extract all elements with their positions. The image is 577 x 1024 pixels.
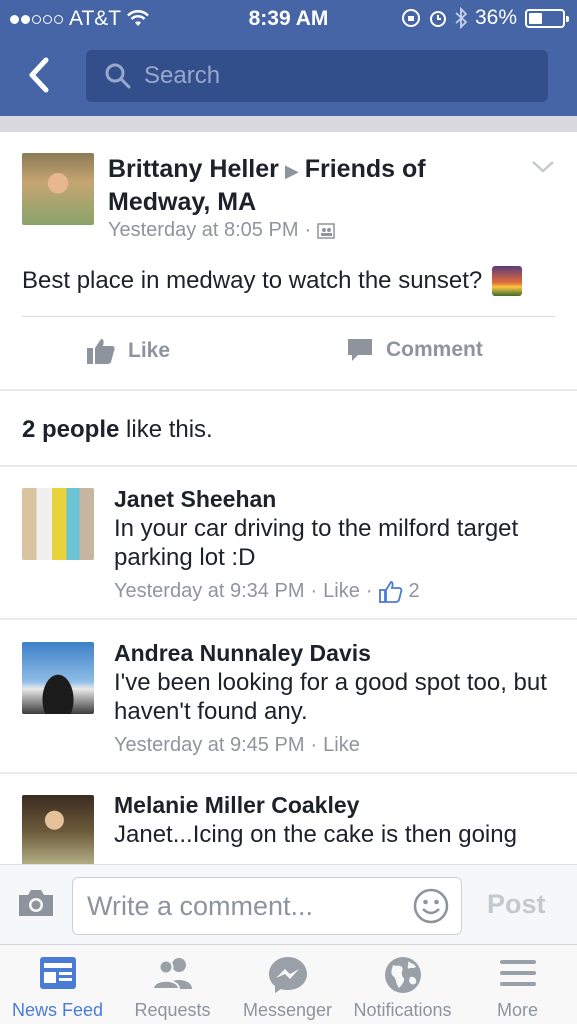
comment-meta: Yesterday at 9:45 PM · Like <box>114 734 360 757</box>
comment-like-link[interactable]: Like <box>323 580 360 603</box>
friend-requests-icon <box>151 958 192 990</box>
bottom-tab-bar: News Feed Requests Messenger Notificatio… <box>0 944 577 1024</box>
meta-separator: · <box>310 580 318 602</box>
commenter-name[interactable]: Andrea Nunnaley Davis <box>114 640 371 667</box>
tab-label: Messenger <box>242 1000 333 1020</box>
commenter-avatar[interactable] <box>22 642 94 714</box>
likes-summary[interactable]: 2 people like this. <box>22 416 213 444</box>
post-comment-button[interactable]: Post <box>487 889 546 920</box>
search-bar[interactable] <box>86 50 548 102</box>
post-body: Best place in medway to watch the sunset… <box>22 266 562 296</box>
divider <box>0 465 577 467</box>
post-header: Brittany Heller ▶ Friends of Medway, MA <box>108 154 508 218</box>
battery-icon <box>525 8 569 28</box>
tab-news-feed[interactable]: News Feed <box>0 945 115 1024</box>
comment-composer: Post <box>0 864 577 944</box>
divider <box>0 389 577 391</box>
search-icon <box>105 63 131 89</box>
tab-messenger[interactable]: Messenger <box>230 945 345 1024</box>
tab-requests[interactable]: Requests <box>115 945 230 1024</box>
status-bar: AT&T 8:39 AM 36% <box>0 0 577 38</box>
status-right: 36% <box>401 6 569 30</box>
comment-time: Yesterday at 9:34 PM <box>114 580 305 602</box>
comment-text: Janet...Icing on the cake is then going <box>114 821 517 848</box>
tab-label: News Feed <box>11 1000 104 1020</box>
comment-text: I've been looking for a good spot too, b… <box>114 669 547 725</box>
thumbs-up-icon <box>87 339 115 364</box>
post-timestamp[interactable]: Yesterday at 8:05 PM <box>108 219 299 242</box>
menu-icon <box>499 960 536 986</box>
meta-separator: · <box>310 734 318 756</box>
tab-label: More <box>496 1000 538 1020</box>
emoji-smile-icon[interactable] <box>413 888 449 924</box>
likes-suffix: like this. <box>126 416 213 443</box>
back-arrow-icon[interactable] <box>24 56 58 94</box>
bluetooth-icon <box>455 7 467 29</box>
comment-button[interactable]: Comment <box>346 337 483 363</box>
feed-separator <box>0 116 577 132</box>
author-avatar[interactable] <box>22 153 94 225</box>
alarm-icon <box>429 11 446 27</box>
tab-more[interactable]: More <box>460 945 575 1024</box>
orientation-lock-icon <box>401 9 420 27</box>
like-button[interactable]: Like <box>86 337 170 365</box>
comment-text: In your car driving to the milford targe… <box>114 515 519 571</box>
group-audience-icon <box>317 222 335 239</box>
comment-item: Melanie Miller Coakley Janet...Icing on … <box>0 774 577 864</box>
post-text: Best place in medway to watch the sunset… <box>22 267 483 294</box>
comment-label: Comment <box>386 338 483 361</box>
commenter-name[interactable]: Melanie Miller Coakley <box>114 792 359 819</box>
divider <box>0 618 577 620</box>
news-feed-icon <box>39 957 76 989</box>
tab-notifications[interactable]: Notifications <box>345 945 460 1024</box>
chevron-down-icon[interactable] <box>531 160 555 174</box>
comment-meta: Yesterday at 9:34 PM · Like · 2 <box>114 580 420 603</box>
tab-label: Notifications <box>353 1000 452 1020</box>
battery-percent: 36% <box>474 6 517 29</box>
commenter-avatar[interactable] <box>22 488 94 560</box>
sunset-emoji-icon <box>492 266 523 296</box>
tab-label: Requests <box>134 1000 211 1020</box>
commenter-name[interactable]: Janet Sheehan <box>114 486 276 513</box>
commenter-avatar[interactable] <box>22 795 94 864</box>
meta-separator: · <box>365 580 373 602</box>
messenger-icon <box>268 957 307 993</box>
thumbs-up-outline-icon <box>378 580 402 603</box>
comment-input-box[interactable] <box>72 877 462 935</box>
author-name[interactable]: Brittany Heller <box>108 155 279 183</box>
comment-like-count: 2 <box>408 580 420 602</box>
arrow-right-icon: ▶ <box>284 161 299 181</box>
post-meta: Yesterday at 8:05 PM · <box>108 219 335 242</box>
comment-time: Yesterday at 9:45 PM <box>114 734 305 756</box>
globe-icon <box>384 957 421 993</box>
meta-separator: · <box>304 219 312 241</box>
comment-bubble-icon <box>348 339 372 361</box>
likes-count: 2 people <box>22 416 120 443</box>
divider <box>22 316 555 317</box>
like-label: Like <box>128 339 171 362</box>
comment-input[interactable] <box>87 878 407 934</box>
comment-like-link[interactable]: Like <box>323 734 360 757</box>
camera-icon[interactable] <box>16 887 56 919</box>
search-input[interactable] <box>144 50 534 102</box>
header-bar: AT&T 8:39 AM 36% <box>0 0 577 116</box>
